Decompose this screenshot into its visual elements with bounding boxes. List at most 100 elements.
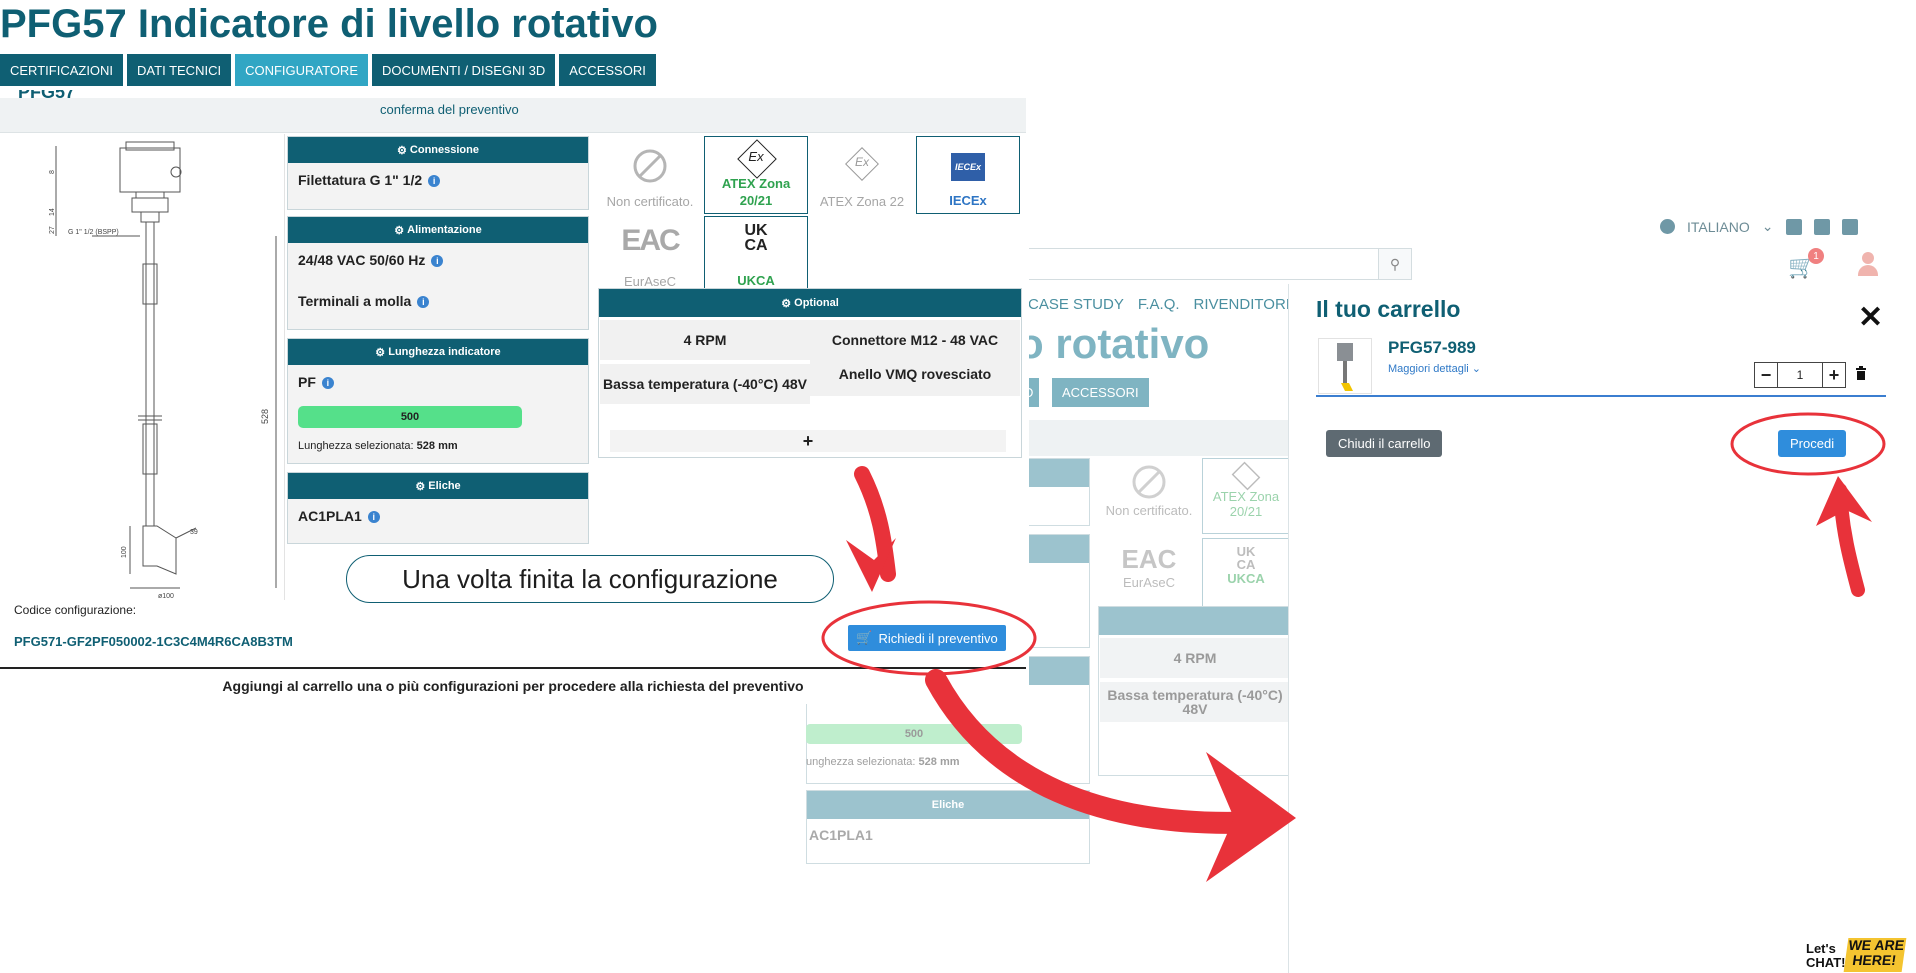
- selected-length: Lunghezza selezionata: 528 mm: [298, 440, 458, 452]
- cert-eurasec[interactable]: EAC EurAseC: [598, 216, 702, 294]
- background-topbar: ITALIANO ⌄: [1660, 218, 1858, 235]
- background-optional-item[interactable]: Bassa temperatura (-40°C) 48V: [1100, 682, 1290, 722]
- chat-widget-text: Let's CHAT!: [1806, 942, 1845, 970]
- request-quote-button[interactable]: 🛒 Richiedi il preventivo: [848, 625, 1006, 651]
- alimentazione-value-2[interactable]: Terminali a molla i: [298, 293, 430, 309]
- cert-non-certificato[interactable]: Non certificato.: [598, 136, 702, 214]
- language-selector[interactable]: ITALIANO: [1687, 219, 1750, 235]
- selected-length-value: 528 mm: [416, 440, 458, 452]
- cert-atex-20-21[interactable]: Ex ATEX Zona 20/21: [704, 136, 808, 214]
- ukca-icon: UK CA: [1203, 545, 1289, 571]
- details-link-label: Maggiori dettagli: [1388, 363, 1469, 375]
- chat-widget[interactable]: Let's CHAT! WE ARE HERE!: [1806, 920, 1912, 973]
- annotation-callout: Una volta finita la configurazione: [346, 555, 834, 603]
- close-icon[interactable]: ✕: [1858, 300, 1883, 335]
- tab-accessori[interactable]: ACCESSORI: [559, 54, 656, 86]
- proceed-button[interactable]: Procedi: [1778, 430, 1847, 457]
- background-panel-eliche: Eliche AC1PLA1: [806, 790, 1090, 864]
- tab-certificazioni[interactable]: CERTIFICAZIONI: [0, 54, 124, 86]
- product-image: [1337, 343, 1353, 391]
- background-selected-length: unghezza selezionata: 528 mm: [806, 756, 960, 768]
- config-code-value: PFG571-GF2PF050002-1C3C4M4R6CA8B3TM: [14, 634, 293, 649]
- cart-count-badge: 1: [1808, 248, 1824, 264]
- optional-item[interactable]: Connettore M12 - 48 VAC: [810, 320, 1020, 360]
- optional-item[interactable]: Bassa temperatura (-40°C) 48V: [600, 364, 810, 404]
- background-cert-atex[interactable]: ATEX Zona 20/21: [1202, 458, 1290, 534]
- chat-widget-badge-line1: WE ARE: [1847, 937, 1906, 953]
- thread-label: G 1" 1/2 (BSPP): [68, 229, 119, 236]
- nav-case-study[interactable]: CASE STUDY: [1028, 296, 1124, 313]
- search-icon[interactable]: ⚲: [1378, 248, 1412, 280]
- tab-configuratore[interactable]: CONFIGURATORE: [235, 54, 368, 86]
- close-cart-button[interactable]: Chiudi il carrello: [1326, 430, 1443, 457]
- length-slider[interactable]: 500: [298, 406, 522, 428]
- cert-atex-20-21-label: ATEX Zona 20/21: [721, 176, 791, 208]
- quantity-stepper: − 1 +: [1754, 362, 1846, 388]
- user-icon[interactable]: [1856, 252, 1880, 276]
- background-band: [1018, 420, 1288, 456]
- angle-dimension: 39: [190, 529, 198, 536]
- details-link[interactable]: Maggiori dettagli ⌄: [1388, 362, 1481, 375]
- request-quote-label: Richiedi il preventivo: [878, 630, 998, 646]
- info-icon[interactable]: i: [431, 255, 444, 267]
- cert-iecex[interactable]: IECEx IECEx: [916, 136, 1020, 214]
- background-cert-ukca[interactable]: UK CA UKCA: [1202, 538, 1290, 614]
- info-icon[interactable]: i: [367, 511, 380, 523]
- side-dimension-b: 14: [49, 208, 56, 216]
- ex-icon-text: Ex: [854, 155, 869, 169]
- cert-ukca[interactable]: UK CA UKCA: [704, 216, 808, 294]
- nav-rivenditori[interactable]: RIVENDITORI: [1194, 296, 1290, 313]
- background-cert-eac-label: EurAseC: [1122, 575, 1176, 590]
- info-icon[interactable]: i: [321, 377, 334, 389]
- band-product-label: PFG57: [18, 90, 75, 98]
- connessione-value-text: Filettatura G 1" 1/2: [298, 172, 423, 188]
- eac-icon: EAC: [1121, 544, 1177, 574]
- background-cert-none[interactable]: Non certificato.: [1100, 458, 1198, 534]
- chevron-down-icon: ⌄: [1761, 218, 1774, 234]
- decrement-button[interactable]: −: [1754, 362, 1778, 388]
- panel-alimentazione-title: Alimentazione: [407, 224, 482, 236]
- alimentazione-value-1-text: 24/48 VAC 50/60 Hz: [298, 252, 426, 268]
- increment-button[interactable]: +: [1822, 362, 1846, 388]
- prohibited-icon: [1132, 465, 1166, 499]
- ex-icon-text: Ex: [748, 149, 764, 164]
- optional-item[interactable]: 4 RPM: [600, 320, 810, 360]
- optional-item[interactable]: Anello VMQ rovesciato: [810, 356, 1020, 396]
- cert-ukca-label: UKCA: [737, 273, 775, 288]
- cart-hint-message: Aggiungi al carrello una o più configura…: [222, 678, 804, 694]
- eac-icon: EAC: [621, 224, 680, 257]
- length-dimension: 528: [260, 409, 270, 424]
- linkedin-icon[interactable]: [1785, 218, 1802, 235]
- lunghezza-value[interactable]: PF i: [298, 374, 334, 390]
- connessione-value[interactable]: Filettatura G 1" 1/2 i: [298, 172, 441, 188]
- trash-icon[interactable]: [1856, 366, 1866, 380]
- gear-icon: ⚙: [397, 144, 410, 157]
- background-cert-eac[interactable]: EAC EurAseC: [1100, 538, 1198, 614]
- info-icon[interactable]: i: [417, 296, 430, 308]
- eliche-value[interactable]: AC1PLA1 i: [298, 508, 380, 524]
- background-optional-item[interactable]: 4 RPM: [1100, 638, 1290, 678]
- alimentazione-value-1[interactable]: 24/48 VAC 50/60 Hz i: [298, 252, 444, 268]
- gear-icon: ⚙: [415, 480, 429, 493]
- info-icon[interactable]: i: [428, 175, 441, 187]
- quantity-value[interactable]: 1: [1778, 362, 1822, 388]
- panel-optional-title: Optional: [794, 297, 839, 309]
- ukca-icon-bottom: CA: [1236, 557, 1256, 572]
- globe-icon[interactable]: [1660, 219, 1675, 234]
- cert-atex-22-label: ATEX Zona 22: [819, 194, 905, 209]
- background-selected-label: unghezza selezionata:: [806, 756, 916, 768]
- background-search-input[interactable]: [1000, 248, 1412, 280]
- panel-lunghezza-title: Lunghezza indicatore: [388, 346, 501, 358]
- cart-item-code: PFG57-989: [1388, 338, 1476, 357]
- ex-icon: [1231, 461, 1261, 491]
- facebook-icon[interactable]: [1813, 218, 1830, 235]
- youtube-icon[interactable]: [1841, 218, 1858, 235]
- background-selected-value: 528 mm: [918, 756, 960, 768]
- add-optional-button[interactable]: +: [610, 430, 1006, 452]
- chat-widget-badge-line2: HERE!: [1851, 952, 1898, 968]
- tab-dati-tecnici[interactable]: DATI TECNICI: [127, 54, 232, 86]
- background-tab-accessori[interactable]: ACCESSORI: [1052, 378, 1149, 407]
- tab-documenti[interactable]: DOCUMENTI / DISEGNI 3D: [372, 54, 556, 86]
- nav-faq[interactable]: F.A.Q.: [1138, 296, 1180, 313]
- cert-atex-22[interactable]: Ex ATEX Zona 22: [810, 136, 914, 214]
